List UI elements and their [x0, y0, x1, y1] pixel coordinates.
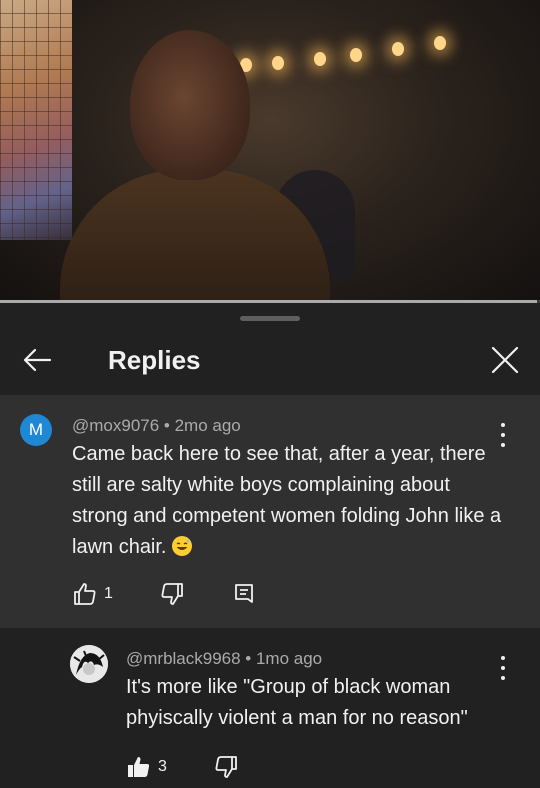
- close-icon[interactable]: [488, 343, 522, 377]
- comment-meta: @mrblack9968 • 1mo ago: [126, 649, 323, 668]
- comment-actions: 1: [72, 581, 285, 607]
- comment-meta: @mox9076 • 2mo ago: [72, 416, 241, 435]
- chandelier-light: [350, 48, 362, 62]
- comment-text: It's more like "Group of black woman phy…: [126, 676, 468, 729]
- avatar[interactable]: M: [20, 414, 52, 446]
- grinning-sweat-emoji: [172, 536, 193, 556]
- like-count: 1: [104, 585, 113, 602]
- chandelier-light: [434, 36, 446, 50]
- replies-panel: Replies M @mox9076 • 2mo ago Came back h…: [0, 303, 540, 788]
- comment: M @mox9076 • 2mo ago Came back here to s…: [0, 395, 540, 628]
- arrow-left-icon[interactable]: [20, 343, 54, 377]
- video-subject: [60, 20, 330, 300]
- replies-header: Replies: [0, 333, 540, 391]
- like-button[interactable]: 3: [126, 754, 167, 780]
- drag-handle[interactable]: [240, 316, 300, 321]
- panel-title: Replies: [108, 345, 201, 375]
- avatar[interactable]: [70, 645, 108, 683]
- like-button[interactable]: 1: [72, 581, 113, 607]
- like-count: 3: [158, 758, 167, 775]
- dislike-button[interactable]: [159, 581, 185, 607]
- comment-icon: [235, 584, 253, 603]
- thumbs-up-icon: [128, 757, 150, 777]
- video-player[interactable]: [0, 0, 540, 300]
- comment: @mrblack9968 • 1mo ago It's more like "G…: [0, 628, 540, 788]
- comment-text: Came back here to see that, after a year…: [72, 443, 502, 558]
- dislike-button[interactable]: [213, 754, 239, 780]
- comment-actions: 3: [126, 754, 267, 780]
- chandelier-light: [392, 42, 404, 56]
- thumbs-down-icon: [215, 756, 237, 778]
- reply-button[interactable]: [231, 581, 257, 607]
- thumbs-up-icon: [74, 583, 96, 605]
- thumbs-down-icon: [161, 583, 183, 605]
